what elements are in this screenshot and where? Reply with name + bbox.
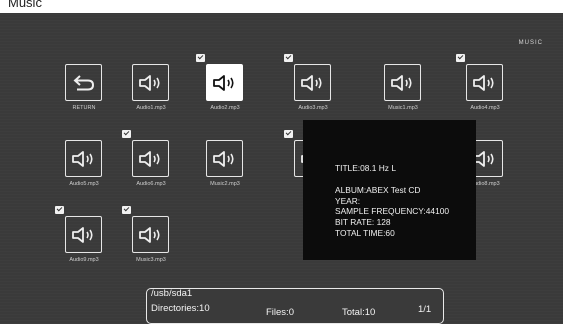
file-tile[interactable]: Music2.mp3 [195,134,255,198]
status-total: Total:10 [342,307,376,318]
status-files: Files:0 [266,307,294,318]
info-title: TITLE:08.1 Hz L [335,163,396,173]
speaker-icon [294,64,331,101]
info-sample-frequency: SAMPLE FREQUENCY:44100 [335,206,450,217]
checkbox-icon[interactable] [284,54,293,62]
file-tile[interactable]: Audio3.mp3 [283,54,343,122]
checkbox-icon[interactable] [122,130,131,138]
file-tile[interactable]: Audio2.mp3 [195,54,255,122]
tile-label: Audio4.mp3 [470,105,500,111]
checkbox-icon[interactable] [456,54,465,62]
speaker-icon [206,140,243,177]
mode-label: MUSIC [518,40,543,46]
speaker-icon [206,64,243,101]
checkbox-icon[interactable] [196,54,205,62]
info-bit-rate: BIT RATE: 128 [335,217,391,228]
file-tile[interactable]: Audio9.mp3 [54,206,114,274]
speaker-icon [466,64,503,101]
info-year: YEAR: [335,195,361,206]
tile-label: RETURN [72,105,96,111]
file-tile[interactable]: Music1.mp3 [373,58,433,122]
speaker-icon [384,64,421,101]
return-tile[interactable]: RETURN [54,58,114,122]
file-tile[interactable]: Audio5.mp3 [54,134,114,198]
speaker-icon [65,216,102,253]
info-total-time: TOTAL TIME:60 [335,227,395,238]
tile-label: Audio3.mp3 [298,105,328,111]
file-tile[interactable]: Audio6.mp3 [121,130,181,198]
status-box: /usb/sda1 Directories:10 Files:0 Total:1… [146,288,444,324]
file-tile[interactable]: Audio4.mp3 [455,54,515,122]
checkbox-icon[interactable] [55,206,64,214]
status-path: /usb/sda1 [151,288,193,299]
speaker-icon [132,64,169,101]
tile-label: Audio1.mp3 [136,105,166,111]
info-panel: TITLE:08.1 Hz L ALBUM:ABEX Test CD YEAR:… [303,120,476,260]
tile-label: Audio9.mp3 [69,257,99,263]
file-tile[interactable]: Music3.mp3 [121,206,181,274]
file-tile[interactable]: Audio1.mp3 [121,58,181,122]
status-directories: Directories:10 [151,303,210,314]
header-bar: Music [0,0,563,13]
header-label: Music [8,0,42,10]
tile-label: Audio5.mp3 [69,181,99,187]
checkbox-icon[interactable] [122,206,131,214]
tile-label: Music1.mp3 [388,105,418,111]
checkbox-icon[interactable] [284,130,293,138]
return-icon [65,64,102,101]
info-album: ALBUM:ABEX Test CD [335,184,421,195]
tile-label: Music2.mp3 [210,181,240,187]
tile-label: Audio2.mp3 [210,105,240,111]
tile-label: Audio6.mp3 [136,181,166,187]
speaker-icon [65,140,102,177]
status-page: 1/1 [418,304,432,315]
speaker-icon [132,216,169,253]
tile-label: Music3.mp3 [136,257,166,263]
speaker-icon [132,140,169,177]
